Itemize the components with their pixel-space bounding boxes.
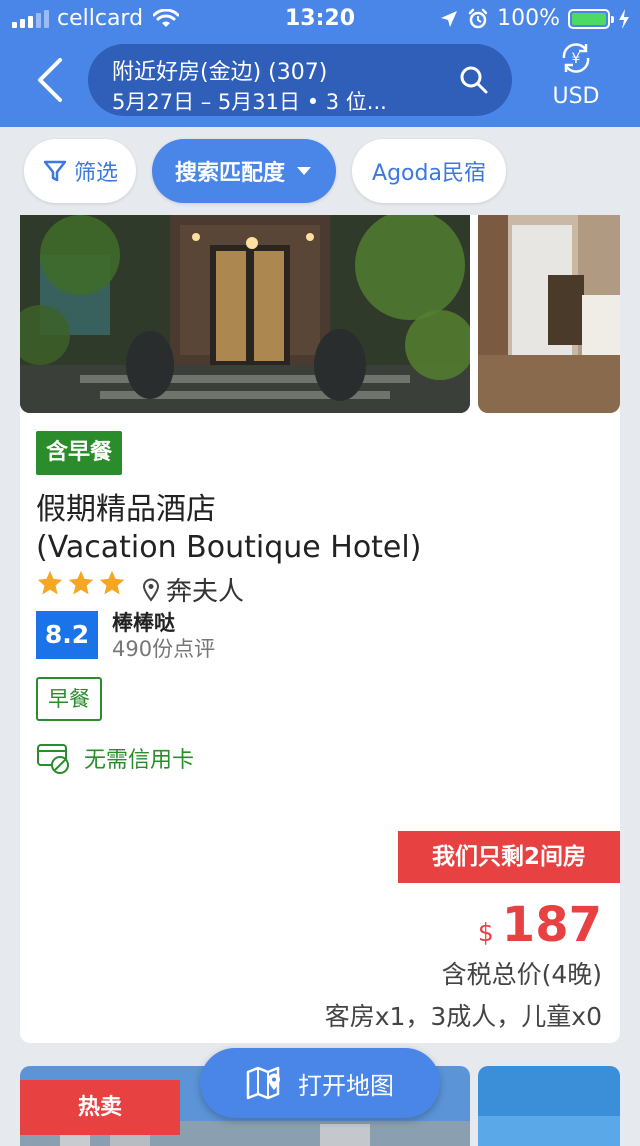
map-pin-icon — [142, 578, 160, 602]
sort-dropdown[interactable]: 搜索匹配度 — [152, 139, 336, 203]
price-amount: 187 — [501, 897, 602, 953]
currency-button[interactable]: ¥ USD — [536, 40, 616, 116]
breakfast-tag: 早餐 — [36, 677, 102, 721]
next-hotel-photo-side[interactable] — [478, 1066, 620, 1146]
next-hotel-side-image — [478, 1066, 620, 1146]
hotel-photo-room[interactable] — [478, 215, 620, 413]
open-map-label: 打开地图 — [298, 1071, 394, 1100]
hot-sale-badge: 热卖 — [20, 1080, 180, 1135]
credit-card-icon — [37, 744, 69, 774]
star-rating — [36, 569, 126, 597]
currency-exchange-icon: ¥ — [562, 43, 590, 73]
filter-bar: 筛选 搜索匹配度 Agoda民宿 — [0, 127, 640, 215]
review-score: 8.2 — [36, 611, 98, 659]
star-icon — [99, 570, 125, 595]
hotel-name[interactable]: 假期精品酒店 (Vacation Boutique Hotel) — [36, 491, 421, 567]
currency-label: USD — [552, 84, 600, 109]
open-map-button[interactable]: 打开地图 — [200, 1048, 440, 1118]
filter-button[interactable]: 筛选 — [24, 139, 136, 203]
svg-text:¥: ¥ — [572, 51, 581, 67]
location-label: 奔夫人 — [166, 577, 245, 607]
room-info: 客房x1，3成人，儿童x0 — [324, 1002, 602, 1031]
hotel-photo-main[interactable] — [20, 215, 470, 413]
star-icon — [68, 570, 94, 595]
chevron-down-icon — [297, 167, 311, 175]
status-bar: cellcard 13:20 100% — [0, 0, 640, 40]
sort-label: 搜索匹配度 — [174, 161, 285, 186]
funnel-icon — [43, 160, 67, 182]
hotel-room-image — [478, 215, 620, 413]
no-credit-card-note: 无需信用卡 — [36, 741, 194, 775]
map-icon — [246, 1066, 280, 1100]
agoda-homes-button[interactable]: Agoda民宿 — [352, 139, 506, 203]
price-note: 含税总价(4晚) — [441, 960, 602, 989]
rooms-left-badge: 我们只剩2间房 — [398, 831, 620, 883]
price[interactable]: $ 187 — [478, 897, 602, 953]
location-arrow-icon — [441, 10, 458, 27]
hotel-location[interactable]: 奔夫人 — [142, 571, 244, 608]
back-button[interactable] — [30, 56, 70, 104]
hotel-card[interactable]: 含早餐 假期精品酒店 (Vacation Boutique Hotel) 奔夫人… — [20, 215, 620, 1043]
agoda-homes-label: Agoda民宿 — [372, 161, 486, 186]
alarm-icon — [468, 8, 488, 28]
star-icon — [37, 570, 63, 595]
hotel-name-cn: 假期精品酒店 — [36, 492, 216, 527]
no-credit-card-label: 无需信用卡 — [84, 748, 195, 773]
top-header: cellcard 13:20 100% 附近好房(金边) (307) 5月27日… — [0, 0, 640, 127]
search-dates: 5月27日 – 5月31日 • 3 位... — [112, 90, 387, 114]
price-currency: $ — [477, 918, 494, 947]
status-right: 100% — [439, 6, 630, 31]
battery-icon — [568, 8, 614, 29]
review-count[interactable]: 490份点评 — [112, 633, 215, 663]
search-summary[interactable]: 附近好房(金边) (307) 5月27日 – 5月31日 • 3 位... — [88, 44, 512, 116]
hotel-name-en: (Vacation Boutique Hotel) — [36, 530, 422, 565]
battery-percent: 100% — [497, 6, 560, 31]
filter-label: 筛选 — [73, 161, 118, 186]
hotel-facade-image — [20, 215, 470, 413]
charging-icon — [619, 8, 629, 29]
breakfast-included-badge: 含早餐 — [36, 431, 123, 475]
search-title: 附近好房(金边) (307) — [112, 60, 328, 85]
search-icon[interactable] — [458, 64, 490, 96]
